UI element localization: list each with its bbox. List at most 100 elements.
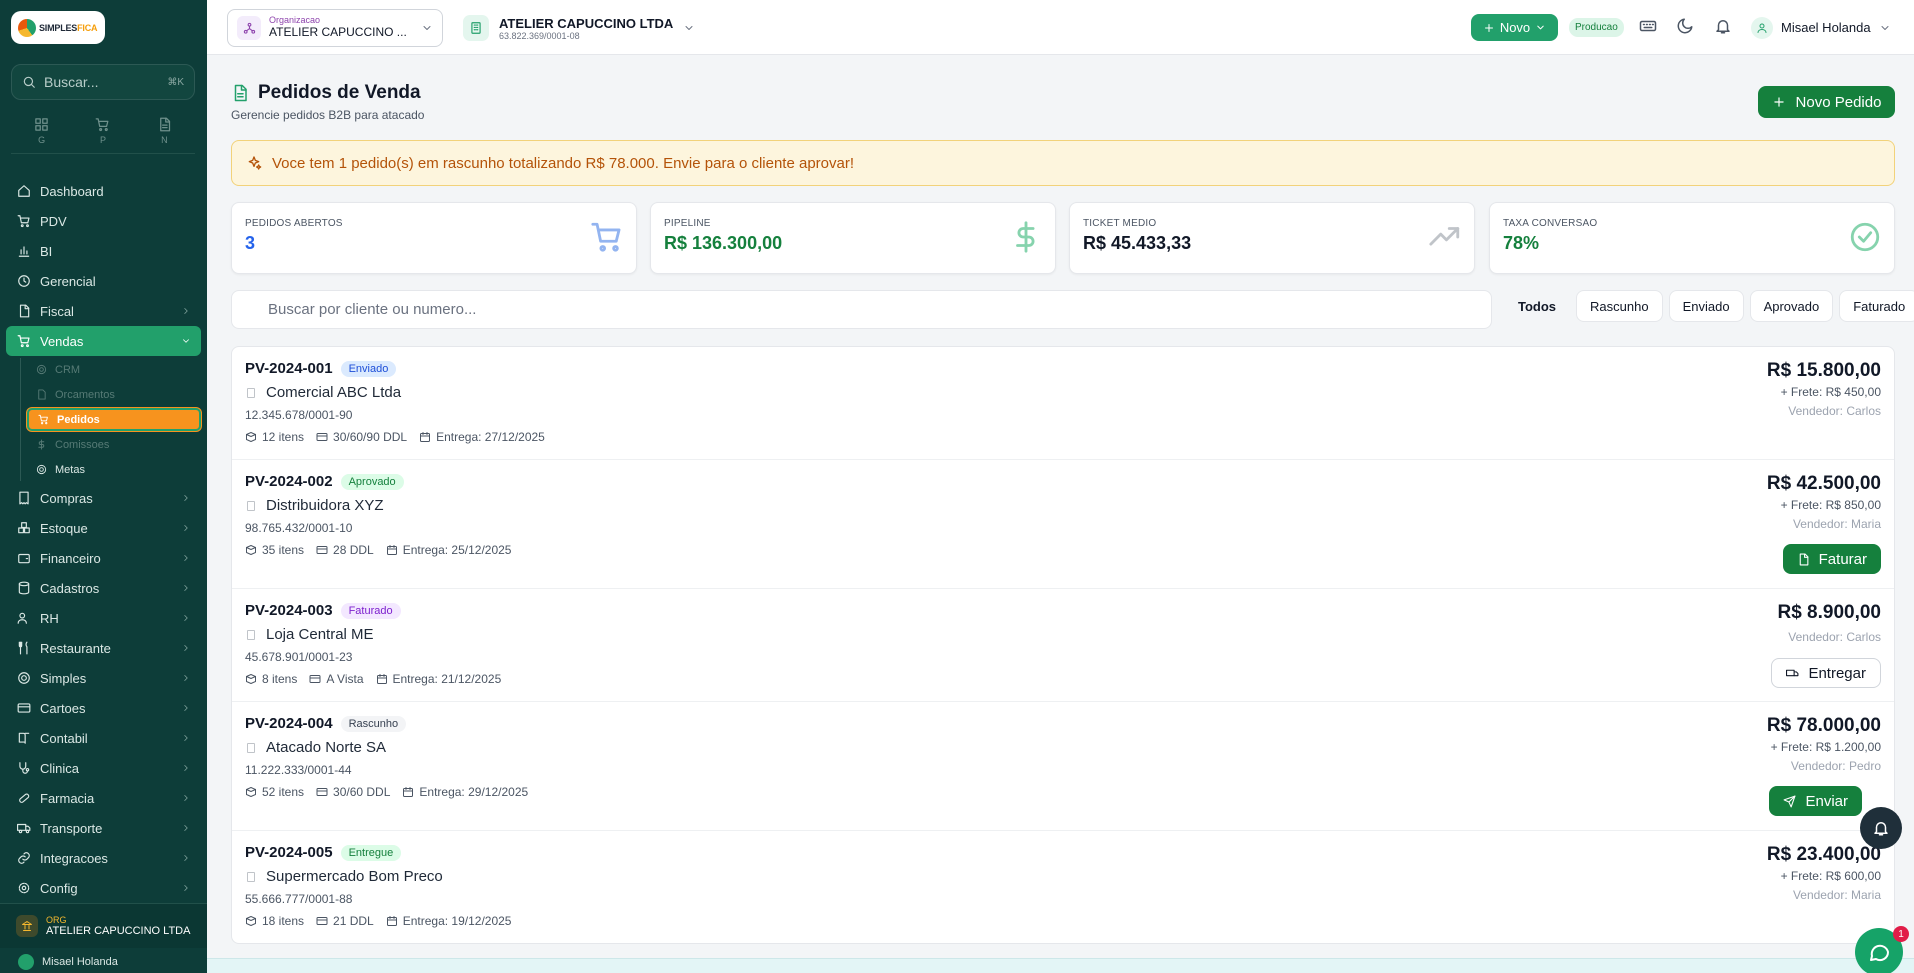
- sidebar-item-contabil[interactable]: Contabil: [6, 723, 201, 753]
- order-client: Loja Central ME: [266, 626, 374, 643]
- company-select[interactable]: ATELIER CAPUCCINO LTDA 63.822.369/0001-0…: [463, 11, 695, 45]
- order-cnpj: 11.222.333/0001-44: [245, 763, 352, 777]
- order-total: R$ 78.000,00: [1766, 715, 1881, 736]
- order-cnpj: 98.765.432/0001-10: [245, 521, 353, 535]
- filter-rascunho[interactable]: Rascunho: [1576, 290, 1663, 322]
- sidebar-item-bi[interactable]: BI: [6, 236, 201, 266]
- sidebar-item-dashboard[interactable]: Dashboard: [6, 176, 201, 206]
- sidebar-item-simples[interactable]: Simples: [6, 663, 201, 693]
- sidebar-item-label: RH: [40, 610, 59, 626]
- sidebar-subitem-orcamentos[interactable]: Orcamentos: [27, 383, 201, 406]
- faturar-button[interactable]: Faturar: [1782, 544, 1881, 574]
- order-row[interactable]: PV-2024-002 Aprovado Distribuidora XYZ 98…: [232, 460, 1894, 589]
- order-total: R$ 15.800,00: [1766, 360, 1881, 381]
- sidebar-subitem-crm[interactable]: CRM: [27, 358, 201, 381]
- building-icon: [463, 15, 489, 41]
- stat-label: PEDIDOS ABERTOS: [245, 218, 343, 229]
- filter-todos[interactable]: Todos: [1504, 290, 1570, 322]
- keyboard-icon[interactable]: [1639, 17, 1657, 35]
- sidebar-subitem-metas[interactable]: Metas: [27, 458, 201, 481]
- organization-select[interactable]: Organizacao ATELIER CAPUCCINO ...: [227, 9, 443, 47]
- search-icon: [23, 76, 35, 88]
- sidebar-item-farmacia[interactable]: Farmacia: [6, 783, 201, 813]
- moon-icon[interactable]: [1676, 17, 1694, 35]
- quick-action-g[interactable]: G: [11, 108, 72, 153]
- new-order-button[interactable]: Novo Pedido: [1758, 86, 1895, 118]
- organization-name: ATELIER CAPUCCINO ...: [269, 25, 407, 40]
- company-name: ATELIER CAPUCCINO LTDA: [499, 15, 674, 31]
- filter-aprovado[interactable]: Aprovado: [1749, 290, 1834, 322]
- sidebar-item-label: Contabil: [40, 730, 88, 746]
- bell-icon: [1874, 822, 1888, 836]
- draft-alert: Voce tem 1 pedido(s) em rascunho totaliz…: [231, 140, 1895, 186]
- order-row[interactable]: PV-2024-005 Entregue Supermercado Bom Pre…: [232, 831, 1894, 943]
- order-items: 35 itens: [262, 543, 305, 557]
- order-search-input[interactable]: Buscar por cliente ou numero...: [231, 290, 1492, 329]
- stat-value: 78%: [1503, 233, 1540, 253]
- sidebar-item-rh[interactable]: RH: [6, 603, 201, 633]
- filter-faturado[interactable]: Faturado: [1839, 290, 1914, 322]
- order-client: Supermercado Bom Preco: [266, 868, 443, 885]
- link-icon: [18, 852, 30, 864]
- sidebar-item-gerencial[interactable]: Gerencial: [6, 266, 201, 296]
- sidebar-item-estoque[interactable]: Estoque: [6, 513, 201, 543]
- entregar-button[interactable]: Entregar: [1771, 658, 1881, 688]
- sidebar-subitem-pedidos[interactable]: Pedidos: [27, 408, 201, 431]
- order-items: 18 itens: [262, 914, 305, 928]
- sidebar-subitem-label: Metas: [55, 463, 85, 476]
- plus-icon: [1773, 97, 1784, 107]
- sidebar-item-compras[interactable]: Compras: [6, 483, 201, 513]
- quick-action-label: P: [99, 134, 106, 145]
- boxes-icon: [18, 522, 30, 534]
- chevron-right-icon: [184, 525, 188, 531]
- order-row[interactable]: PV-2024-003 Faturado Loja Central ME 45.6…: [232, 589, 1894, 702]
- app-logo[interactable]: SIMPLESFICA: [11, 11, 105, 44]
- sidebar-item-integracoes[interactable]: Integracoes: [6, 843, 201, 873]
- sidebar-item-label: Fiscal: [40, 303, 74, 319]
- document-icon: [19, 304, 30, 318]
- sidebar-item-clinica[interactable]: Clinica: [6, 753, 201, 783]
- order-total: R$ 23.400,00: [1766, 844, 1881, 865]
- sidebar-item-financeiro[interactable]: Financeiro: [6, 543, 201, 573]
- sidebar-subitem-comissoes[interactable]: Comissoes: [27, 433, 201, 456]
- utensils-icon: [18, 641, 28, 655]
- sidebar-item-cadastros[interactable]: Cadastros: [6, 573, 201, 603]
- sidebar-nav: Dashboard PDV BI Gerencial Fiscal Vendas: [6, 176, 201, 903]
- sidebar-item-fiscal[interactable]: Fiscal: [6, 296, 201, 326]
- novo-button[interactable]: Novo: [1471, 14, 1558, 41]
- package-icon: [246, 674, 256, 684]
- sidebar-item-label: Financeiro: [40, 550, 101, 566]
- sidebar-search[interactable]: Buscar... ⌘K: [11, 64, 195, 100]
- building-icon: [16, 915, 38, 937]
- sidebar-item-restaurante[interactable]: Restaurante: [6, 633, 201, 663]
- filter-enviado[interactable]: Enviado: [1668, 290, 1744, 322]
- document-icon: [159, 117, 170, 131]
- bell-icon[interactable]: [1714, 17, 1732, 35]
- org-name: ATELIER CAPUCCINO LTDA: [46, 925, 191, 937]
- user-menu[interactable]: Misael Holanda: [1751, 14, 1891, 41]
- sidebar-org-switcher[interactable]: ORG ATELIER CAPUCCINO LTDA: [0, 903, 207, 948]
- quick-action-n[interactable]: N: [134, 108, 195, 153]
- calendar-icon: [420, 432, 431, 442]
- enviar-button[interactable]: Enviar: [1769, 786, 1862, 816]
- status-badge: Entregue: [340, 844, 402, 861]
- order-row[interactable]: PV-2024-004 Rascunho Atacado Norte SA 11.…: [232, 702, 1894, 831]
- sidebar-item-transporte[interactable]: Transporte: [6, 813, 201, 843]
- cart-icon: [591, 222, 621, 252]
- faturar-button-label: Faturar: [1818, 550, 1867, 568]
- notifications-fab[interactable]: [1860, 807, 1902, 849]
- order-vendedor: Vendedor: Maria: [1792, 517, 1881, 531]
- status-filters: Todos Rascunho Enviado Aprovado Faturado: [1504, 290, 1914, 322]
- order-total: R$ 8.900,00: [1777, 602, 1881, 623]
- sidebar-item-cartoes[interactable]: Cartoes: [6, 693, 201, 723]
- sidebar-item-pdv[interactable]: PDV: [6, 206, 201, 236]
- sidebar-item-config[interactable]: Config: [6, 873, 201, 903]
- order-vendedor: Vendedor: Maria: [1792, 888, 1881, 902]
- target-icon: [36, 464, 47, 475]
- sidebar-item-vendas[interactable]: Vendas: [6, 326, 201, 356]
- calendar-icon: [386, 545, 397, 555]
- quick-action-p[interactable]: P: [72, 108, 133, 153]
- sidebar-user[interactable]: Misael Holanda: [0, 950, 207, 973]
- order-row[interactable]: PV-2024-001 Enviado Comercial ABC Ltda 12…: [232, 347, 1894, 460]
- search-shortcut: ⌘K: [167, 76, 184, 88]
